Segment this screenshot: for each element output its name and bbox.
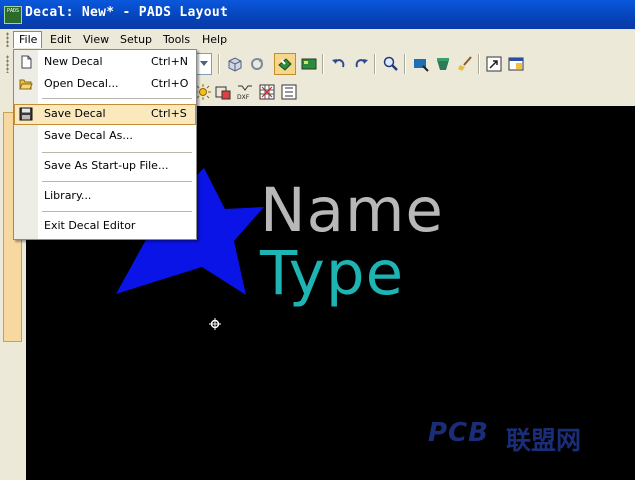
watermark-cjk: 联盟网 <box>506 426 582 455</box>
menu-item-exit-decal-editor[interactable]: Exit Decal Editor <box>14 216 196 237</box>
highlight-icon[interactable] <box>410 53 432 75</box>
file-menu-dropdown: New Decal Ctrl+N Open Decal... Ctrl+O Sa… <box>13 49 197 240</box>
open-folder-icon <box>19 77 33 91</box>
menubar-grip[interactable] <box>6 32 9 47</box>
menu-separator <box>42 181 192 182</box>
layer-icon[interactable] <box>432 53 454 75</box>
menu-item-label: Library... <box>44 189 92 202</box>
menu-item-shortcut: Ctrl+O <box>151 77 189 90</box>
title-bar: PADS Decal: New* - PADS Layout <box>0 0 635 29</box>
menu-setup[interactable]: Setup <box>115 31 157 48</box>
menu-item-save-decal-as[interactable]: Save Decal As... <box>14 126 196 147</box>
menu-help[interactable]: Help <box>197 31 232 48</box>
toolbar-separator <box>322 54 324 74</box>
menu-item-new-decal[interactable]: New Decal Ctrl+N <box>14 52 196 73</box>
refresh-icon[interactable] <box>246 53 268 75</box>
menu-item-label: Save As Start-up File... <box>44 159 169 172</box>
grid-icon[interactable] <box>256 81 278 103</box>
decal-type-label: Type <box>260 238 405 309</box>
menu-item-label: Exit Decal Editor <box>44 219 136 232</box>
3d-box-icon[interactable] <box>224 53 246 75</box>
app-icon-text: PADS <box>6 8 20 14</box>
brush-icon[interactable] <box>454 53 476 75</box>
menu-item-label: Save Decal As... <box>44 129 133 142</box>
zoom-icon[interactable] <box>380 53 402 75</box>
new-document-icon <box>19 55 33 69</box>
board-icon[interactable] <box>298 53 320 75</box>
window-title: Decal: New* - PADS Layout <box>25 5 229 20</box>
menu-edit[interactable]: Edit <box>45 31 76 48</box>
menu-separator <box>42 152 192 153</box>
floppy-disk-icon <box>19 107 33 121</box>
menu-separator <box>42 211 192 212</box>
redo-icon[interactable] <box>350 53 372 75</box>
menu-item-save-decal[interactable]: Save Decal Ctrl+S <box>14 104 196 125</box>
menu-item-label: Open Decal... <box>44 77 119 90</box>
menu-item-open-decal[interactable]: Open Decal... Ctrl+O <box>14 74 196 95</box>
undo-icon[interactable] <box>328 53 350 75</box>
toolbar-separator <box>478 54 480 74</box>
menu-separator <box>42 98 192 99</box>
menu-bar: File Edit View Setup Tools Help <box>0 29 635 50</box>
toolbar-separator <box>374 54 376 74</box>
menu-item-shortcut: Ctrl+S <box>151 107 187 120</box>
list-icon[interactable] <box>278 81 300 103</box>
toolbar-separator <box>218 54 220 74</box>
window-icon[interactable] <box>505 53 527 75</box>
menu-tools[interactable]: Tools <box>158 31 195 48</box>
svg-text:DXF: DXF <box>237 94 250 100</box>
menu-view[interactable]: View <box>78 31 114 48</box>
dropdown-arrow-icon[interactable] <box>196 53 212 75</box>
toolbar-grip[interactable] <box>6 55 9 73</box>
menu-item-shortcut: Ctrl+N <box>151 55 189 68</box>
menu-item-label: New Decal <box>44 55 103 68</box>
watermark-latin: PCB <box>428 418 489 448</box>
drc-icon[interactable] <box>212 81 234 103</box>
decal-name-label: Name <box>260 175 444 246</box>
pads-app-icon[interactable]: PADS <box>4 6 22 24</box>
menu-item-label: Save Decal <box>44 107 106 120</box>
dxf-icon[interactable]: DXF <box>234 81 256 103</box>
menu-file[interactable]: File <box>13 31 42 48</box>
pin-arrow-icon[interactable] <box>274 53 296 75</box>
export-icon[interactable] <box>483 53 505 75</box>
menu-item-library[interactable]: Library... <box>14 186 196 207</box>
origin-crosshair-icon <box>209 315 221 330</box>
toolbar-separator <box>404 54 406 74</box>
menu-item-save-as-startup[interactable]: Save As Start-up File... <box>14 156 196 177</box>
